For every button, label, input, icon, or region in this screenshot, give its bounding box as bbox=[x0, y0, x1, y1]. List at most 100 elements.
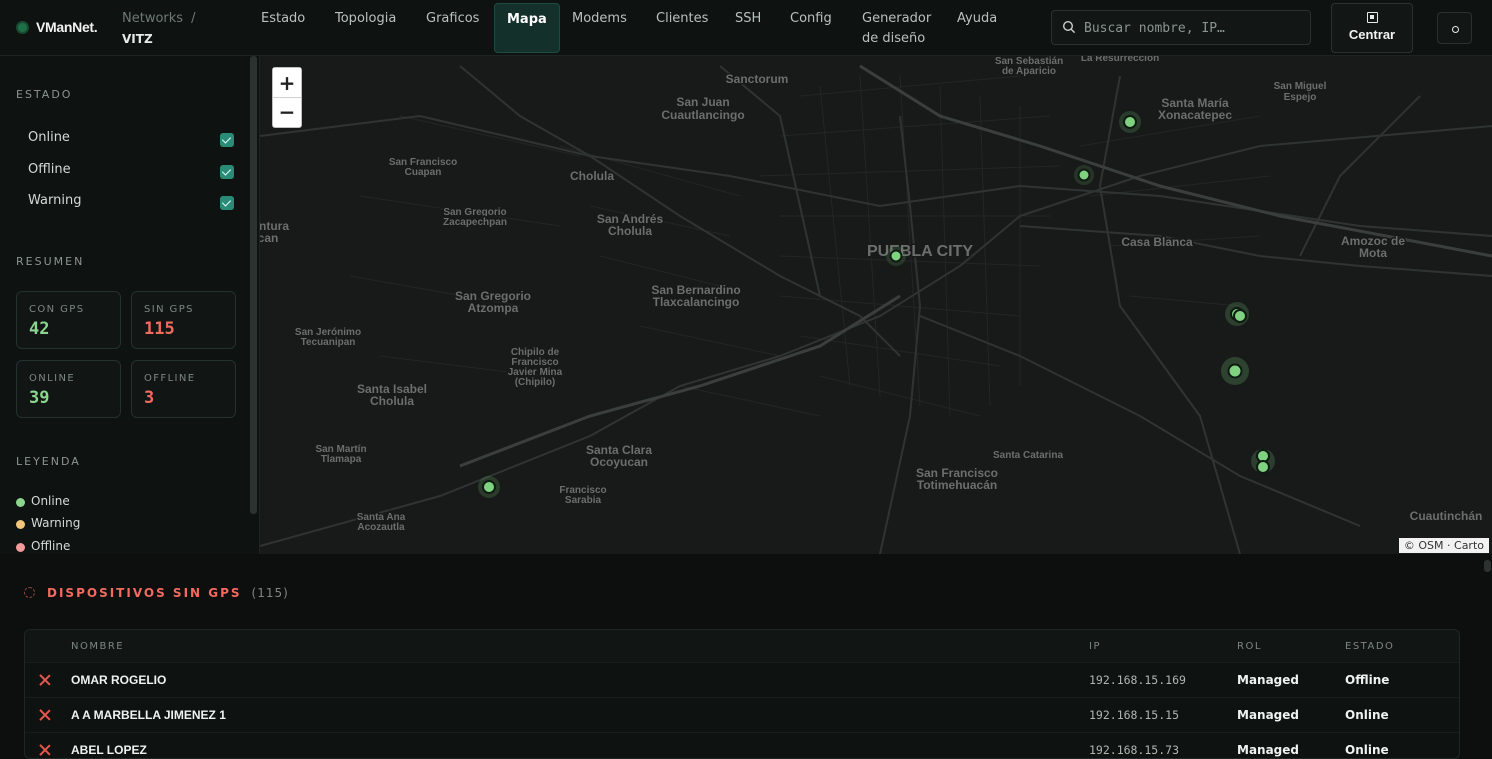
search-box[interactable] bbox=[1051, 10, 1311, 45]
section-title-resumen: RESUMEN bbox=[16, 255, 85, 268]
map-canvas[interactable]: PUEBLA CITY Sanctorum San Juan Cuautlanc… bbox=[260, 56, 1492, 554]
stat-value: 115 bbox=[144, 319, 175, 339]
cell-ip: 192.168.15.73 bbox=[1089, 743, 1180, 757]
checkbox-offline[interactable] bbox=[220, 165, 234, 179]
zoom-in-button[interactable]: + bbox=[273, 68, 301, 97]
device-marker[interactable] bbox=[478, 476, 500, 498]
map-label: can bbox=[260, 231, 278, 245]
stat-sin-gps: SIN GPS 115 bbox=[131, 291, 236, 349]
filter-offline[interactable]: Offline bbox=[28, 162, 234, 182]
cell-estado: Offline bbox=[1345, 673, 1390, 687]
no-gps-icon bbox=[39, 744, 51, 756]
no-gps-icon bbox=[39, 709, 51, 721]
zoom-control: + − bbox=[272, 67, 302, 128]
page-scrollbar[interactable] bbox=[1484, 560, 1491, 572]
nav-config[interactable]: Config bbox=[790, 9, 832, 29]
legend-item-offline: Offline bbox=[16, 539, 70, 553]
map-label: Zacapechpan bbox=[443, 217, 507, 228]
map-label: La Resurrección bbox=[1081, 56, 1159, 64]
map-label: Acozautla bbox=[357, 522, 405, 533]
device-marker[interactable] bbox=[1221, 357, 1249, 385]
column-header-ip[interactable]: IP bbox=[1089, 641, 1101, 652]
breadcrumb-root[interactable]: Networks bbox=[122, 11, 183, 26]
checkbox-online[interactable] bbox=[220, 133, 234, 147]
map-label: San Juan bbox=[676, 95, 729, 109]
stat-value: 3 bbox=[144, 388, 155, 408]
table-row[interactable]: A A MARBELLA JIMENEZ 1 192.168.15.15 Man… bbox=[25, 697, 1459, 732]
no-gps-icon bbox=[39, 674, 51, 686]
device-marker[interactable] bbox=[1233, 309, 1247, 323]
sidebar: ESTADO Online Offline Warning RESUMEN CO… bbox=[0, 56, 260, 554]
breadcrumb-separator: / bbox=[191, 11, 196, 26]
nav-mapa[interactable]: Mapa bbox=[494, 3, 560, 53]
filter-warning[interactable]: Warning bbox=[28, 193, 234, 213]
map-label: Cholula bbox=[608, 224, 652, 238]
map-label: Totimehuacán bbox=[917, 478, 997, 492]
table-row[interactable]: OMAR ROGELIO 192.168.15.169 Managed Offl… bbox=[25, 662, 1459, 697]
table-row[interactable]: ABEL LOPEZ 192.168.15.73 Managed Online bbox=[25, 732, 1459, 758]
map-label: Tecuanipan bbox=[301, 337, 356, 348]
zoom-out-button[interactable]: − bbox=[273, 97, 301, 126]
center-icon bbox=[1366, 12, 1378, 23]
map-attribution[interactable]: © OSM · Carto bbox=[1398, 538, 1489, 553]
device-marker[interactable] bbox=[886, 246, 906, 266]
stat-offline: OFFLINE 3 bbox=[131, 360, 236, 418]
status-dot-icon bbox=[18, 22, 27, 32]
place-labels: PUEBLA CITY Sanctorum San Juan Cuautlanc… bbox=[260, 56, 1484, 535]
device-marker[interactable] bbox=[1074, 165, 1094, 185]
column-header-estado[interactable]: ESTADO bbox=[1345, 641, 1394, 652]
nav-modems[interactable]: Modems bbox=[572, 9, 627, 29]
cell-nombre: A A MARBELLA JIMENEZ 1 bbox=[71, 708, 226, 722]
center-button[interactable]: Centrar bbox=[1331, 3, 1413, 53]
nav-ayuda[interactable]: Ayuda bbox=[957, 9, 997, 29]
stat-label: OFFLINE bbox=[144, 373, 196, 384]
nav-generador-line2: de diseño bbox=[862, 31, 926, 46]
device-marker[interactable] bbox=[1256, 460, 1270, 474]
search-input[interactable] bbox=[1084, 18, 1304, 38]
center-button-label: Centrar bbox=[1348, 27, 1396, 42]
nav-topologia[interactable]: Topologia bbox=[335, 9, 396, 29]
table-header: NOMBRE IP ROL ESTADO bbox=[25, 630, 1459, 662]
nav-generador-line1: Generador bbox=[862, 11, 932, 26]
map-tiles: PUEBLA CITY Sanctorum San Juan Cuautlanc… bbox=[260, 56, 1492, 554]
no-gps-table: NOMBRE IP ROL ESTADO OMAR ROGELIO 192.16… bbox=[24, 629, 1460, 759]
map-label: San Miguel bbox=[1274, 81, 1327, 92]
no-gps-count: (115) bbox=[251, 586, 289, 600]
breadcrumb-current: VITZ bbox=[122, 32, 153, 46]
nav-clientes[interactable]: Clientes bbox=[656, 9, 708, 29]
stat-online: ONLINE 39 bbox=[16, 360, 121, 418]
nav-estado[interactable]: Estado bbox=[261, 9, 305, 29]
checkbox-warning[interactable] bbox=[220, 196, 234, 210]
theme-icon bbox=[1452, 26, 1459, 33]
map-label: Cholula bbox=[570, 169, 614, 183]
theme-toggle-button[interactable] bbox=[1437, 12, 1472, 44]
brand[interactable]: VManNet. bbox=[18, 19, 98, 35]
cell-nombre: OMAR ROGELIO bbox=[71, 673, 167, 687]
filter-label: Online bbox=[28, 130, 70, 145]
stat-value: 42 bbox=[29, 319, 50, 339]
sidebar-scrollbar[interactable] bbox=[250, 56, 257, 514]
device-marker[interactable] bbox=[1119, 111, 1141, 133]
cell-nombre: ABEL LOPEZ bbox=[71, 743, 147, 757]
stat-con-gps: CON GPS 42 bbox=[16, 291, 121, 349]
search-icon bbox=[1062, 20, 1076, 34]
brand-name: VManNet. bbox=[36, 19, 98, 35]
filter-online[interactable]: Online bbox=[28, 130, 234, 150]
no-gps-section: DISPOSITIVOS SIN GPS (115) NOMBRE IP ROL … bbox=[0, 554, 1492, 759]
map-label: Atzompa bbox=[468, 301, 519, 315]
breadcrumb: Networks / VITZ bbox=[122, 9, 195, 49]
nav-graficos[interactable]: Graficos bbox=[426, 9, 479, 29]
highway bbox=[459, 64, 1492, 468]
map-label: Tlamapa bbox=[321, 454, 362, 465]
map-label: Sanctorum bbox=[726, 72, 789, 86]
cell-estado: Online bbox=[1345, 708, 1389, 722]
nav-ssh[interactable]: SSH bbox=[735, 9, 761, 29]
no-gps-header[interactable]: DISPOSITIVOS SIN GPS (115) bbox=[24, 586, 289, 600]
column-header-nombre[interactable]: NOMBRE bbox=[71, 641, 124, 652]
stat-value: 39 bbox=[29, 388, 50, 408]
nav-generador[interactable]: Generador de diseño bbox=[862, 9, 931, 49]
column-header-rol[interactable]: ROL bbox=[1237, 641, 1262, 652]
cell-ip: 192.168.15.169 bbox=[1089, 673, 1186, 687]
filter-label: Offline bbox=[28, 162, 71, 177]
stat-label: SIN GPS bbox=[144, 304, 194, 315]
